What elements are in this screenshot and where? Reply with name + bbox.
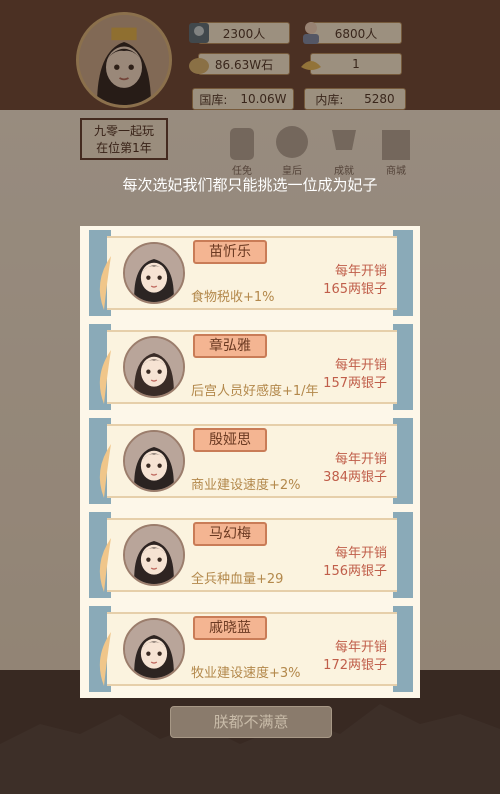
consort-portrait [123,430,185,492]
consort-name: 苗忻乐 [193,240,267,264]
consort-face-icon [125,432,183,490]
consort-bonus: 全兵种血量+29 [191,572,284,587]
feather-icon [99,444,111,498]
cost-label: 每年开销 [334,452,387,467]
consort-name: 章弘雅 [193,334,267,358]
consort-portrait [123,242,185,304]
cost-label: 每年开销 [334,358,387,373]
consort-card[interactable]: 殷娅思 商业建设速度+2% 每年开销 384两银子 [89,418,413,504]
consort-bonus: 食物税收+1% [191,290,275,305]
feather-icon [99,538,111,592]
cost-value: 384两银子 [323,470,387,485]
cost-label: 每年开销 [334,546,387,561]
consort-portrait [123,524,185,586]
cost-value: 157两银子 [323,376,387,391]
consort-bonus: 商业建设速度+2% [191,478,301,493]
consort-face-icon [125,338,183,396]
consort-bonus: 后宫人员好感度+1/年 [191,384,319,399]
feather-icon [99,256,111,310]
consort-card[interactable]: 马幻梅 全兵种血量+29 每年开销 156两银子 [89,512,413,598]
consort-name: 马幻梅 [193,522,267,546]
cost-label: 每年开销 [334,264,387,279]
consort-face-icon [125,526,183,584]
reject-all-button[interactable]: 朕都不满意 [170,706,332,738]
cost-label: 每年开销 [334,640,387,655]
selection-prompt: 每次选妃我们都只能挑选一位成为妃子 [122,176,378,194]
consort-card[interactable]: 苗忻乐 食物税收+1% 每年开销 165两银子 [89,230,413,316]
consort-name: 殷娅思 [193,428,267,452]
consort-portrait [123,336,185,398]
cost-value: 156两银子 [323,564,387,579]
consort-name: 戚晓蓝 [193,616,267,640]
consort-card[interactable]: 章弘雅 后宫人员好感度+1/年 每年开销 157两银子 [89,324,413,410]
consort-face-icon [125,244,183,302]
feather-icon [99,350,111,404]
cost-value: 165两银子 [323,282,387,297]
